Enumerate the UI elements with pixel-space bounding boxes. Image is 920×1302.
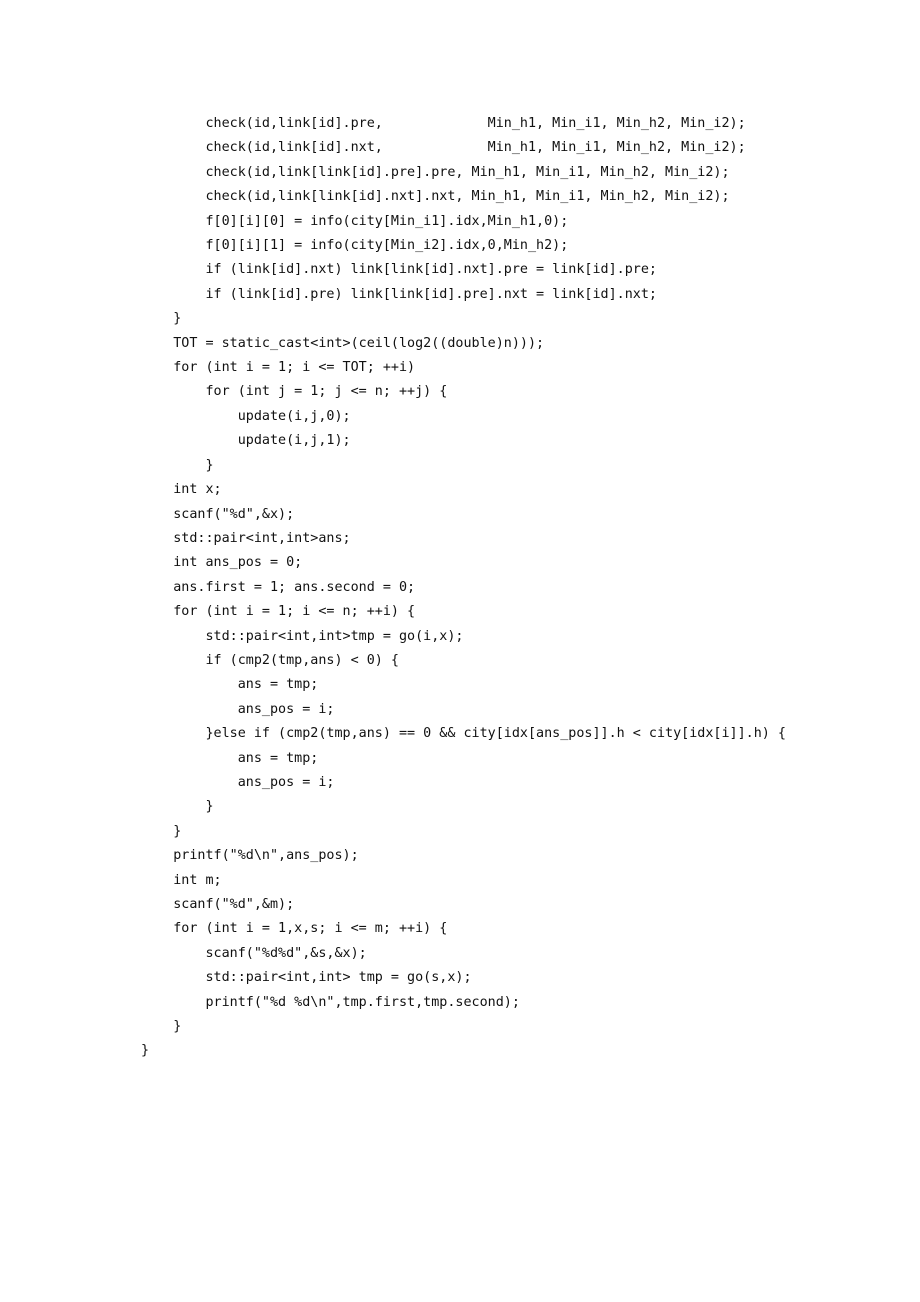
code-line: ans_pos = i; (141, 701, 335, 717)
code-line: } (141, 1043, 150, 1059)
code-line: check(id,link[id].pre, Min_h1, Min_i1, M… (141, 116, 746, 131)
code-line: check(id,link[link[id].pre].pre, Min_h1,… (141, 164, 730, 180)
code-line: ans_pos = i; (141, 774, 335, 790)
code-line: } (141, 799, 214, 815)
code-line: for (int i = 1,x,s; i <= m; ++i) { (141, 921, 448, 937)
document-page: check(id,link[id].pre, Min_h1, Min_i1, M… (0, 0, 920, 1302)
code-line: } (141, 1019, 182, 1035)
code-line: if (link[id].nxt) link[link[id].nxt].pre… (141, 262, 657, 278)
code-line: update(i,j,1); (141, 433, 351, 449)
code-line: ans = tmp; (141, 750, 319, 766)
code-line: check(id,link[link[id].nxt].nxt, Min_h1,… (141, 189, 730, 205)
code-line: for (int j = 1; j <= n; ++j) { (141, 384, 448, 400)
code-line: ans = tmp; (141, 677, 319, 693)
code-line: f[0][i][0] = info(city[Min_i1].idx,Min_h… (141, 213, 569, 229)
code-line: scanf("%d",&m); (141, 897, 295, 912)
code-line: std::pair<int,int>tmp = go(i,x); (141, 628, 464, 644)
code-line: scanf("%d",&x); (141, 506, 295, 522)
code-line: for (int i = 1; i <= TOT; ++i) (141, 360, 416, 376)
code-line: if (link[id].pre) link[link[id].pre].nxt… (141, 286, 657, 302)
code-line: check(id,link[id].nxt, Min_h1, Min_i1, M… (141, 140, 746, 156)
code-line: printf("%d\n",ans_pos); (141, 848, 359, 864)
code-line: } (141, 311, 182, 327)
code-line: ans.first = 1; ans.second = 0; (141, 579, 416, 595)
code-line: int m; (141, 872, 222, 888)
code-line: int x; (141, 482, 222, 498)
code-line: TOT = static_cast<int>(ceil(log2((double… (141, 335, 545, 351)
code-line: if (cmp2(tmp,ans) < 0) { (141, 652, 399, 668)
code-line: scanf("%d%d",&s,&x); (141, 945, 367, 961)
code-line: }else if (cmp2(tmp,ans) == 0 && city[idx… (141, 726, 786, 742)
code-line: printf("%d %d\n",tmp.first,tmp.second); (141, 994, 520, 1010)
code-line: std::pair<int,int> tmp = go(s,x); (141, 970, 472, 986)
code-line: update(i,j,0); (141, 408, 351, 424)
code-line: int ans_pos = 0; (141, 555, 303, 571)
code-listing: check(id,link[id].pre, Min_h1, Min_i1, M… (141, 112, 841, 1064)
code-line: } (141, 457, 214, 473)
code-line: for (int i = 1; i <= n; ++i) { (141, 604, 416, 620)
code-line: } (141, 823, 182, 839)
code-line: std::pair<int,int>ans; (141, 530, 351, 546)
code-line: f[0][i][1] = info(city[Min_i2].idx,0,Min… (141, 238, 569, 254)
